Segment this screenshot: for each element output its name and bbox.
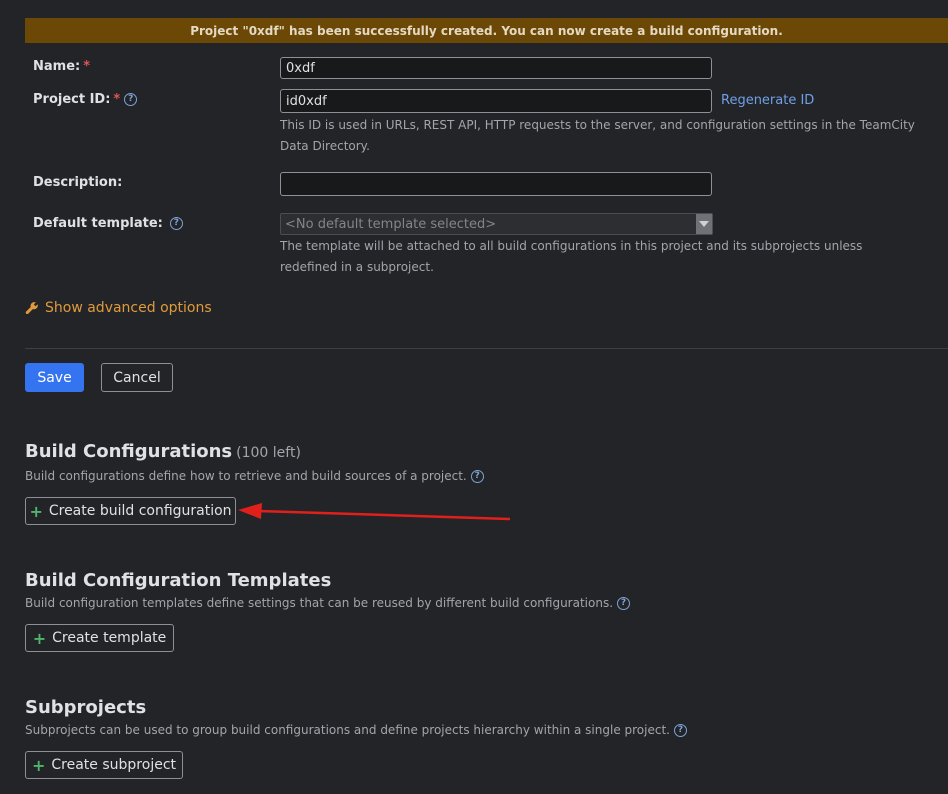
- show-advanced-options-label: Show advanced options: [45, 300, 212, 316]
- create-subproject-button[interactable]: + Create subproject: [25, 751, 183, 779]
- build-configurations-title: Build Configurations: [25, 441, 233, 462]
- plus-icon: +: [29, 501, 43, 521]
- help-circle-icon[interactable]: ?: [124, 93, 138, 106]
- subprojects-description: Subprojects can be used to group build c…: [25, 723, 670, 737]
- plus-icon: +: [32, 628, 47, 648]
- help-circle-icon[interactable]: ?: [673, 723, 687, 737]
- save-button[interactable]: Save: [25, 363, 84, 392]
- cancel-button[interactable]: Cancel: [101, 363, 173, 392]
- project-id-label-row: Project ID: * ?: [33, 92, 138, 107]
- name-input[interactable]: 0xdf: [280, 57, 712, 79]
- divider: [25, 348, 948, 349]
- success-banner: Project "0xdf" has been successfully cre…: [25, 18, 948, 43]
- description-label-row: Description:: [33, 175, 122, 190]
- create-template-button[interactable]: + Create template: [25, 624, 174, 652]
- regenerate-id-link[interactable]: Regenerate ID: [721, 93, 814, 108]
- chevron-down-icon[interactable]: [696, 214, 712, 234]
- project-id-input[interactable]: id0xdf: [280, 89, 712, 113]
- build-configurations-heading: Build Configurations (100 left): [25, 441, 301, 462]
- build-configuration-templates-heading: Build Configuration Templates: [25, 570, 331, 591]
- build-configurations-count: (100 left): [236, 445, 301, 461]
- create-build-configuration-button[interactable]: + Create build configuration: [25, 497, 236, 525]
- wrench-icon: [25, 302, 38, 315]
- project-edit-page: Project "0xdf" has been successfully cre…: [0, 0, 948, 794]
- project-id-input-value: id0xdf: [286, 93, 327, 109]
- create-subproject-label: Create subproject: [51, 757, 177, 773]
- default-template-select[interactable]: <No default template selected>: [280, 213, 713, 235]
- templates-description: Build configuration templates define set…: [25, 596, 614, 610]
- help-circle-icon[interactable]: ?: [470, 469, 484, 483]
- subprojects-title: Subprojects: [25, 697, 147, 718]
- annotation-arrow-head: [238, 503, 262, 519]
- templates-description-row: Build configuration templates define set…: [25, 596, 631, 610]
- subprojects-description-row: Subprojects can be used to group build c…: [25, 723, 687, 737]
- create-build-configuration-label: Create build configuration: [48, 503, 232, 519]
- help-circle-icon[interactable]: ?: [617, 596, 631, 610]
- default-template-label: Default template:: [33, 216, 163, 231]
- description-label: Description:: [33, 175, 123, 190]
- required-mark: *: [113, 92, 121, 107]
- required-mark: *: [83, 59, 91, 74]
- subprojects-heading: Subprojects: [25, 697, 146, 718]
- default-template-note: The template will be attached to all bui…: [280, 239, 863, 274]
- help-circle-icon[interactable]: ?: [169, 217, 183, 230]
- description-input[interactable]: [280, 172, 712, 196]
- show-advanced-options-link[interactable]: Show advanced options: [25, 300, 212, 316]
- default-template-select-value: <No default template selected>: [285, 216, 497, 232]
- project-id-label: Project ID:: [33, 92, 111, 107]
- default-template-label-row: Default template: ?: [33, 216, 183, 231]
- build-configurations-description: Build configurations define how to retri…: [25, 469, 467, 483]
- annotation-arrow-shaft: [257, 509, 511, 521]
- create-template-label: Create template: [52, 630, 167, 646]
- templates-title: Build Configuration Templates: [25, 570, 332, 591]
- plus-icon: +: [31, 755, 46, 775]
- name-label-row: Name: *: [33, 59, 90, 74]
- name-label: Name:: [33, 59, 81, 74]
- build-configurations-description-row: Build configurations define how to retri…: [25, 469, 484, 483]
- name-input-value: 0xdf: [286, 60, 315, 76]
- success-banner-text: Project "0xdf" has been successfully cre…: [190, 23, 783, 38]
- project-id-note: This ID is used in URLs, REST API, HTTP …: [280, 118, 915, 153]
